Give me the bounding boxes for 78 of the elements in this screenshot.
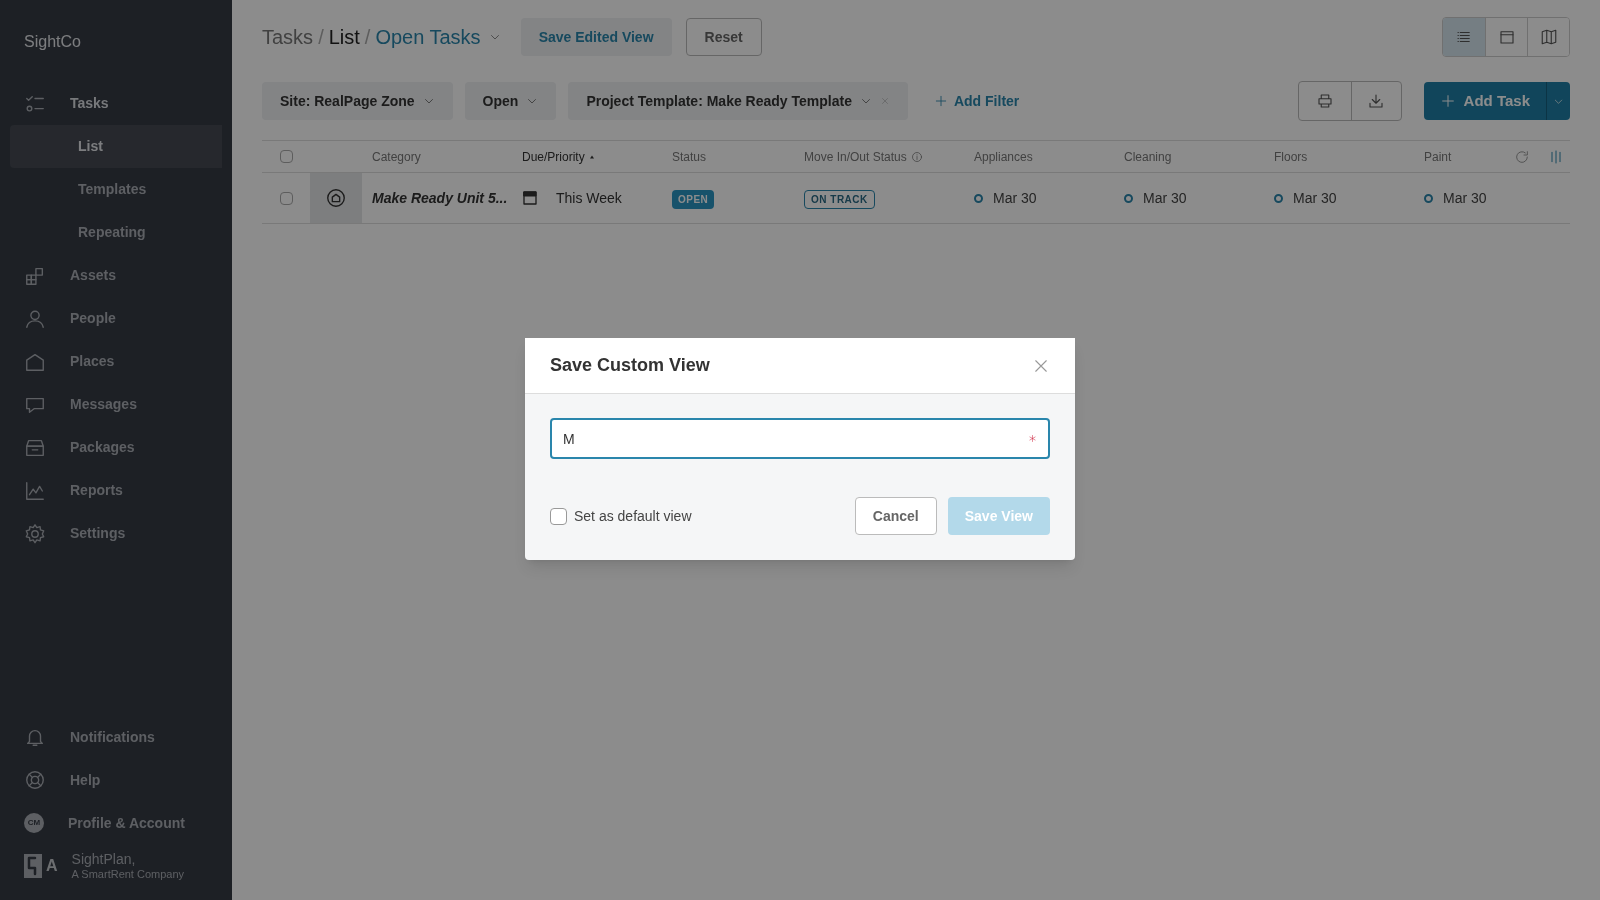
nav-item[interactable]: Tasks (0, 82, 232, 125)
map-icon (1539, 28, 1558, 46)
logo-icon (24, 854, 42, 879)
status-ring-icon (1424, 193, 1433, 203)
nav-subitem[interactable]: List (10, 125, 222, 168)
avatar: CM (24, 813, 44, 834)
breadcrumb-separator: / (364, 25, 371, 50)
column-header[interactable]: Status (672, 147, 707, 166)
nav-item[interactable]: Reports (0, 469, 232, 512)
plus-icon (1439, 93, 1456, 109)
filter-dropdown[interactable]: Project Template: Make Ready Template (568, 82, 908, 120)
logo: A (24, 854, 58, 879)
column-header[interactable]: Cleaning (1124, 147, 1172, 166)
due-date: This Week (556, 188, 622, 208)
status-badge: OPEN (672, 189, 715, 209)
calendar-icon (1497, 28, 1516, 46)
columns-icon[interactable] (1548, 148, 1564, 165)
add-task-menu-button[interactable] (1546, 82, 1570, 120)
add-task-button[interactable]: Add Task (1423, 82, 1546, 120)
column-header[interactable]: Paint (1424, 147, 1452, 166)
settings-icon (24, 522, 46, 545)
status-ring-icon (1274, 193, 1283, 203)
nav-item[interactable]: Help (0, 758, 232, 802)
refresh-icon[interactable] (1514, 148, 1530, 165)
nav-subitem[interactable]: Templates (10, 168, 222, 211)
info-icon (910, 150, 923, 163)
checkbox-label: Set as default view (574, 506, 692, 526)
column-header[interactable]: Category (372, 147, 421, 166)
column-header[interactable]: Move In/Out Status (804, 147, 923, 166)
column-header[interactable]: Due/Priority (522, 147, 595, 166)
nav-item[interactable]: Packages (0, 426, 232, 469)
calendar-icon (522, 190, 538, 206)
view-dropdown[interactable]: Open Tasks (375, 22, 501, 52)
column-header[interactable]: Floors (1274, 147, 1308, 166)
lifebuoy-icon (24, 769, 46, 792)
nav-item[interactable]: Places (0, 340, 232, 383)
default-view-checkbox[interactable] (550, 507, 567, 525)
column-header[interactable]: Appliances (974, 147, 1033, 166)
nav-item[interactable]: Messages (0, 383, 232, 426)
download-icon (1367, 92, 1386, 110)
nav-subitem[interactable]: Repeating (10, 211, 222, 254)
company-tagline: A SmartRent Company (71, 868, 185, 882)
cancel-button[interactable]: Cancel (854, 497, 937, 535)
status-badge: ON TRACK (804, 189, 875, 209)
table-cell-text: Mar 30 (993, 188, 1037, 208)
table-cell-text: Mar 30 (1293, 188, 1337, 208)
line-chart-icon (24, 479, 46, 502)
remove-icon[interactable] (879, 96, 890, 106)
table-cell-text: Mar 30 (1443, 188, 1487, 208)
status-ring-icon (1124, 193, 1133, 203)
nav-item[interactable]: People (0, 297, 232, 340)
breadcrumb-link[interactable]: Tasks (262, 22, 314, 52)
view-mode-button[interactable] (1527, 18, 1569, 56)
row-checkbox[interactable] (279, 191, 293, 205)
reset-button[interactable]: Reset (685, 18, 762, 56)
company-name: SightPlan, (71, 850, 137, 869)
add-filter-button[interactable]: Add Filter (933, 90, 1020, 112)
status-ring-icon (974, 193, 983, 203)
save-edited-view-button[interactable]: Save Edited View (520, 18, 672, 56)
table-cell-text: Mar 30 (1143, 188, 1187, 208)
nav-item[interactable]: Notifications (0, 715, 232, 759)
view-mode-button[interactable] (1443, 18, 1485, 56)
filter-dropdown[interactable]: Site: RealPage Zone (262, 82, 453, 120)
brand-name: SightCo (23, 32, 82, 52)
printer-icon (1315, 92, 1334, 110)
select-all-checkbox[interactable] (279, 150, 293, 163)
filter-dropdown[interactable]: Open (464, 82, 557, 120)
sort-ascending-icon (588, 153, 595, 160)
view-name-field[interactable]: M (550, 418, 1050, 459)
task-name-link[interactable]: Make Ready Unit 5... (372, 187, 522, 209)
breadcrumb-link[interactable]: List (328, 22, 360, 52)
dialog-title: Save Custom View (550, 354, 710, 377)
nav-item[interactable]: CM Profile & Account (0, 801, 232, 845)
nav-item[interactable]: Settings (0, 512, 232, 555)
category-icon (325, 187, 347, 209)
nav-item[interactable]: Assets (0, 254, 232, 297)
plus-icon (933, 94, 948, 108)
breadcrumb-separator: / (318, 25, 324, 50)
